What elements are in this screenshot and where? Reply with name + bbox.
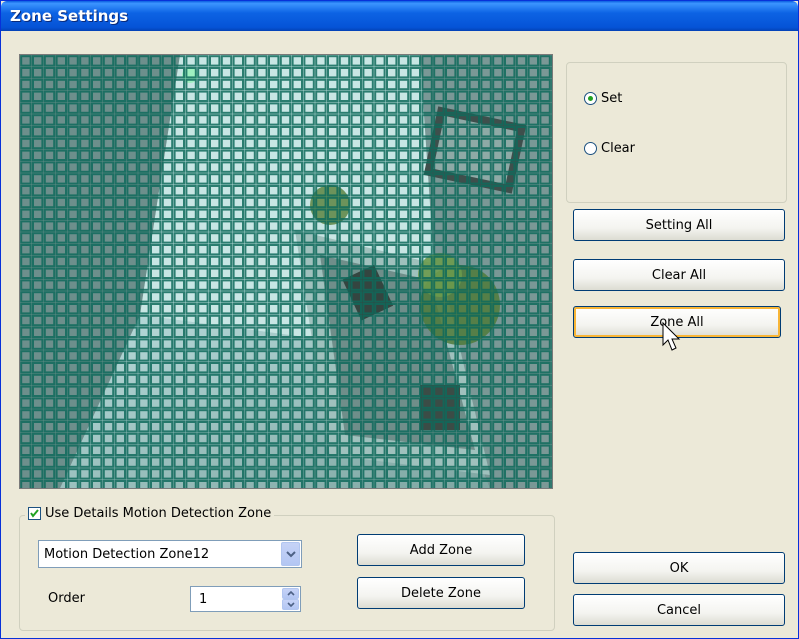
zone-settings-dialog: Zone Settings Set Clear Setting All Clea…: [0, 0, 799, 639]
camera-preview[interactable]: [19, 54, 553, 489]
set-radio-option[interactable]: Set: [584, 91, 622, 106]
mode-group: [566, 62, 787, 203]
zone-select-value: Motion Detection Zone12: [44, 546, 210, 562]
check-icon: [30, 509, 39, 518]
order-value[interactable]: 1: [191, 592, 282, 607]
set-label: Set: [601, 91, 623, 106]
details-zone-group: [19, 515, 555, 631]
zone-select[interactable]: Motion Detection Zone12: [38, 540, 302, 568]
ok-button[interactable]: OK: [573, 552, 785, 584]
use-details-label: Use Details Motion Detection Zone: [45, 506, 272, 521]
title-bar[interactable]: Zone Settings: [1, 1, 798, 31]
clear-all-button[interactable]: Clear All: [573, 259, 785, 291]
delete-zone-button[interactable]: Delete Zone: [357, 577, 525, 609]
camera-image: [20, 55, 552, 488]
clear-radio[interactable]: [584, 142, 597, 155]
chevron-down-icon[interactable]: [281, 542, 300, 566]
setting-all-button[interactable]: Setting All: [573, 209, 785, 241]
cancel-button[interactable]: Cancel: [573, 594, 785, 626]
chevron-down-small-icon[interactable]: [282, 599, 299, 610]
mouse-pointer-icon: [662, 321, 681, 351]
clear-radio-option[interactable]: Clear: [584, 141, 635, 156]
order-stepper[interactable]: 1: [190, 586, 301, 612]
use-details-checkbox[interactable]: [28, 507, 41, 520]
clear-label: Clear: [601, 141, 635, 156]
order-label: Order: [48, 591, 85, 606]
chevron-up-icon[interactable]: [282, 588, 299, 599]
window-title: Zone Settings: [10, 7, 129, 25]
stepper-arrows: [282, 588, 299, 610]
set-radio[interactable]: [584, 92, 597, 105]
add-zone-button[interactable]: Add Zone: [357, 534, 525, 566]
use-details-checkbox-row[interactable]: Use Details Motion Detection Zone: [25, 506, 275, 521]
